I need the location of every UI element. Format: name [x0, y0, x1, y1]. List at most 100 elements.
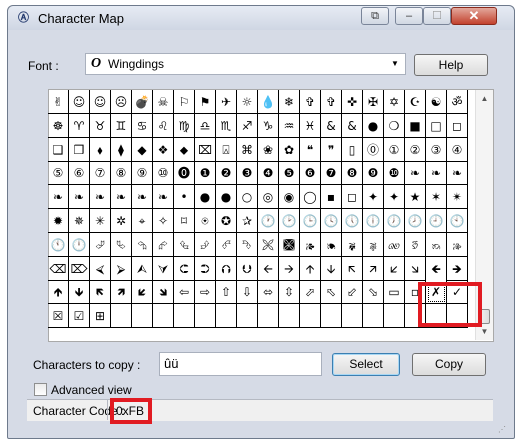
character-cell[interactable]: ⌘: [237, 138, 258, 162]
character-cell[interactable]: 🙕: [300, 233, 321, 257]
character-cell[interactable]: ♊: [111, 114, 132, 138]
character-cell[interactable]: ♋: [132, 114, 153, 138]
character-cell[interactable]: ⍓: [216, 138, 237, 162]
character-cell[interactable]: ✦: [384, 185, 405, 209]
character-cell[interactable]: 🡮: [405, 257, 426, 281]
character-cell[interactable]: ▯: [342, 138, 363, 162]
character-cell[interactable]: ✈: [216, 90, 237, 114]
character-cell[interactable]: ❧: [447, 161, 468, 185]
character-cell[interactable]: ⮋: [237, 257, 258, 281]
character-cell[interactable]: ✿: [279, 138, 300, 162]
character-cell[interactable]: ❹: [258, 161, 279, 185]
resize-grip-icon[interactable]: ⋰: [498, 425, 508, 435]
character-cell[interactable]: 🙑: [405, 233, 426, 257]
character-cell[interactable]: ♓: [300, 114, 321, 138]
character-cell[interactable]: ❧: [69, 185, 90, 209]
character-cell[interactable]: ✵: [69, 209, 90, 233]
character-cell[interactable]: [237, 304, 258, 328]
character-cell[interactable]: ◎: [258, 185, 279, 209]
character-cell[interactable]: •: [174, 185, 195, 209]
character-cell[interactable]: ⧫: [111, 138, 132, 162]
maximize-button[interactable]: ☐: [423, 7, 451, 25]
character-cell[interactable]: ❽: [342, 161, 363, 185]
character-cell[interactable]: 🙪: [258, 233, 279, 257]
character-cell[interactable]: [216, 304, 237, 328]
character-cell[interactable]: 🕔: [342, 209, 363, 233]
select-button[interactable]: Select: [332, 353, 400, 376]
advanced-view-checkbox[interactable]: [34, 383, 47, 396]
character-cell[interactable]: ⇨: [195, 280, 216, 304]
character-cell[interactable]: 🕛: [69, 233, 90, 257]
character-cell[interactable]: ⮘: [90, 257, 111, 281]
character-cell[interactable]: ❀: [258, 138, 279, 162]
character-cell[interactable]: ❧: [90, 185, 111, 209]
character-cell[interactable]: 🙓: [447, 233, 468, 257]
character-cell[interactable]: 💣: [132, 90, 153, 114]
character-cell[interactable]: 🡻: [69, 280, 90, 304]
character-cell[interactable]: ⬂: [363, 280, 384, 304]
character-cell[interactable]: ❝: [300, 138, 321, 162]
character-cell[interactable]: ⌑: [174, 209, 195, 233]
close-button[interactable]: ✕: [451, 7, 497, 25]
character-cell[interactable]: ☹: [111, 90, 132, 114]
character-cell[interactable]: ⮷: [237, 233, 258, 257]
character-cell[interactable]: ❷: [216, 161, 237, 185]
character-cell[interactable]: ☠: [153, 90, 174, 114]
character-cell[interactable]: ⓿: [174, 161, 195, 185]
character-cell[interactable]: ☒: [48, 304, 69, 328]
title-bar[interactable]: Ⓐ Character Map ⧉ – ☐ ✕: [8, 6, 514, 30]
character-cell[interactable]: ④: [447, 138, 468, 162]
character-cell[interactable]: 🡽: [111, 280, 132, 304]
character-cell[interactable]: ♏: [216, 114, 237, 138]
character-cell[interactable]: ⑦: [90, 161, 111, 185]
character-cell[interactable]: 🡯: [384, 257, 405, 281]
character-cell[interactable]: ❒: [69, 138, 90, 162]
character-cell[interactable]: ●: [363, 114, 384, 138]
character-cell[interactable]: 🕚: [48, 233, 69, 257]
character-cell[interactable]: ⊞: [90, 304, 111, 328]
character-cell[interactable]: ♌: [153, 114, 174, 138]
character-cell[interactable]: ✪: [216, 209, 237, 233]
character-cell[interactable]: ♎: [195, 114, 216, 138]
characters-to-copy-input[interactable]: ûü: [159, 352, 322, 376]
character-cell[interactable]: ⑧: [111, 161, 132, 185]
character-cell[interactable]: ⇧: [216, 280, 237, 304]
character-cell[interactable]: ⮈: [174, 257, 195, 281]
scroll-up-arrow-icon[interactable]: ▲: [476, 90, 493, 107]
character-cell[interactable]: ♈: [69, 114, 90, 138]
character-cell[interactable]: ⮱: [111, 233, 132, 257]
character-cell[interactable]: ✦: [363, 185, 384, 209]
character-cell[interactable]: ♉: [90, 114, 111, 138]
character-cell[interactable]: ■: [405, 114, 426, 138]
character-cell[interactable]: ☸: [48, 114, 69, 138]
character-cell[interactable]: ⮰: [90, 233, 111, 257]
character-cell[interactable]: 🡬: [342, 257, 363, 281]
character-cell[interactable]: ◻: [447, 114, 468, 138]
character-cell[interactable]: ❖: [153, 138, 174, 162]
character-cell[interactable]: ❧: [48, 185, 69, 209]
character-cell[interactable]: ✹: [48, 209, 69, 233]
character-cell[interactable]: □: [426, 114, 447, 138]
character-cell[interactable]: [258, 304, 279, 328]
character-cell[interactable]: ⌫: [48, 257, 69, 281]
character-cell[interactable]: ❄: [279, 90, 300, 114]
character-cell[interactable]: ▭: [384, 280, 405, 304]
character-cell[interactable]: 🡫: [321, 257, 342, 281]
character-cell[interactable]: ③: [426, 138, 447, 162]
character-cell[interactable]: ●: [216, 185, 237, 209]
character-cell[interactable]: ☪: [405, 90, 426, 114]
minimize-button[interactable]: –: [395, 7, 423, 25]
character-cell[interactable]: ⬃: [342, 280, 363, 304]
character-cell[interactable]: [384, 304, 405, 328]
character-cell[interactable]: ◻: [342, 185, 363, 209]
character-cell[interactable]: ✧: [153, 209, 174, 233]
character-cell[interactable]: ☺: [90, 90, 111, 114]
character-cell[interactable]: 🙔: [321, 233, 342, 257]
character-cell[interactable]: ⬀: [300, 280, 321, 304]
character-cell[interactable]: ⑨: [132, 161, 153, 185]
character-cell[interactable]: 🕐: [258, 209, 279, 233]
character-cell[interactable]: [111, 304, 132, 328]
character-cell[interactable]: ○: [237, 185, 258, 209]
character-cell[interactable]: [174, 304, 195, 328]
character-cell[interactable]: 🕗: [405, 209, 426, 233]
